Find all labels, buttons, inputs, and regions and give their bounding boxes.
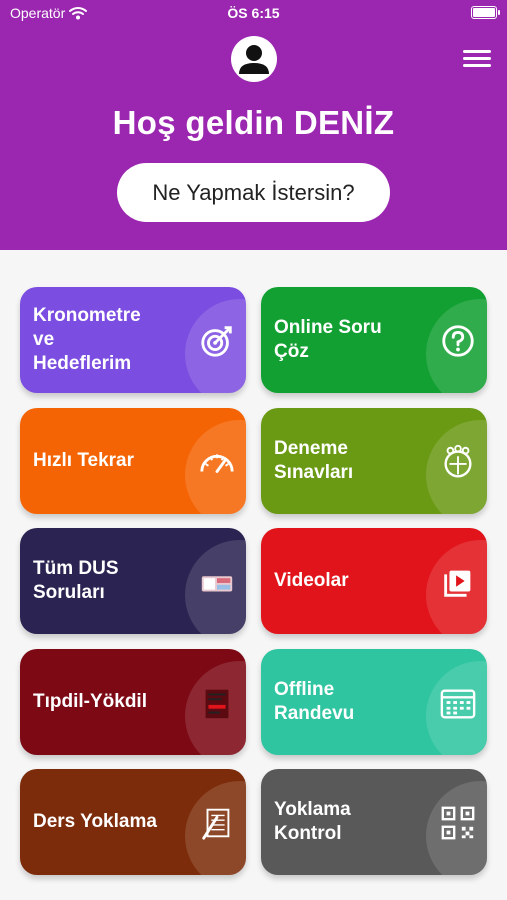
tile-label: Deneme Sınavları xyxy=(274,438,354,483)
hamburger-menu-button[interactable] xyxy=(463,50,491,70)
header: Operatör ÖS 6:15 Hoş geldin DENİZ Ne Yap… xyxy=(0,0,507,250)
tile-tum-dus-sorulari[interactable]: Tüm DUS Soruları xyxy=(20,528,246,634)
tile-label: Tüm DUS Soruları xyxy=(33,558,119,603)
speedometer-icon xyxy=(198,443,236,481)
what-to-do-button[interactable]: Ne Yapmak İstersin? xyxy=(117,163,390,222)
user-icon xyxy=(239,45,269,74)
tile-yoklama-kontrol[interactable]: Yoklama Kontrol xyxy=(261,769,487,875)
tile-online-soru[interactable]: Online Soru Çöz xyxy=(261,287,487,393)
status-bar: Operatör ÖS 6:15 xyxy=(0,0,507,28)
tile-hizli-tekrar[interactable]: Hızlı Tekrar xyxy=(20,408,246,514)
battery-icon xyxy=(471,6,500,19)
tile-tipdil-yokdil[interactable]: Tıpdil-Yökdil xyxy=(20,649,246,755)
attendance-sheet-icon xyxy=(198,804,236,842)
tile-label: Kronometre ve Hedeflerim xyxy=(33,305,141,374)
calendar-icon xyxy=(439,684,477,722)
tile-label: Tıpdil-Yökdil xyxy=(33,691,147,712)
tile-videolar[interactable]: Videolar xyxy=(261,528,487,634)
qr-code-icon xyxy=(439,804,477,842)
exam-paper-icon xyxy=(198,684,236,722)
profile-avatar-button[interactable] xyxy=(231,36,277,82)
tile-label: Offline Randevu xyxy=(274,679,355,724)
tile-label: Ders Yoklama xyxy=(33,811,157,832)
tile-label: Online Soru Çöz xyxy=(274,317,382,362)
welcome-heading: Hoş geldin DENİZ xyxy=(112,104,395,141)
tile-ders-yoklama[interactable]: Ders Yoklama xyxy=(20,769,246,875)
question-books-icon xyxy=(198,563,236,601)
tile-label: Yoklama Kontrol xyxy=(274,799,351,844)
tile-offline-randevu[interactable]: Offline Randevu xyxy=(261,649,487,755)
target-icon xyxy=(198,322,236,360)
tile-label: Hızlı Tekrar xyxy=(33,450,135,471)
tile-deneme-sinavlari[interactable]: Deneme Sınavları xyxy=(261,408,487,514)
status-time: ÖS 6:15 xyxy=(227,5,280,21)
tile-label: Videolar xyxy=(274,570,349,591)
exam-group-icon xyxy=(439,443,477,481)
question-circle-icon xyxy=(439,322,477,360)
tile-kronometre[interactable]: Kronometre ve Hedeflerim xyxy=(20,287,246,393)
video-library-icon xyxy=(439,563,477,601)
